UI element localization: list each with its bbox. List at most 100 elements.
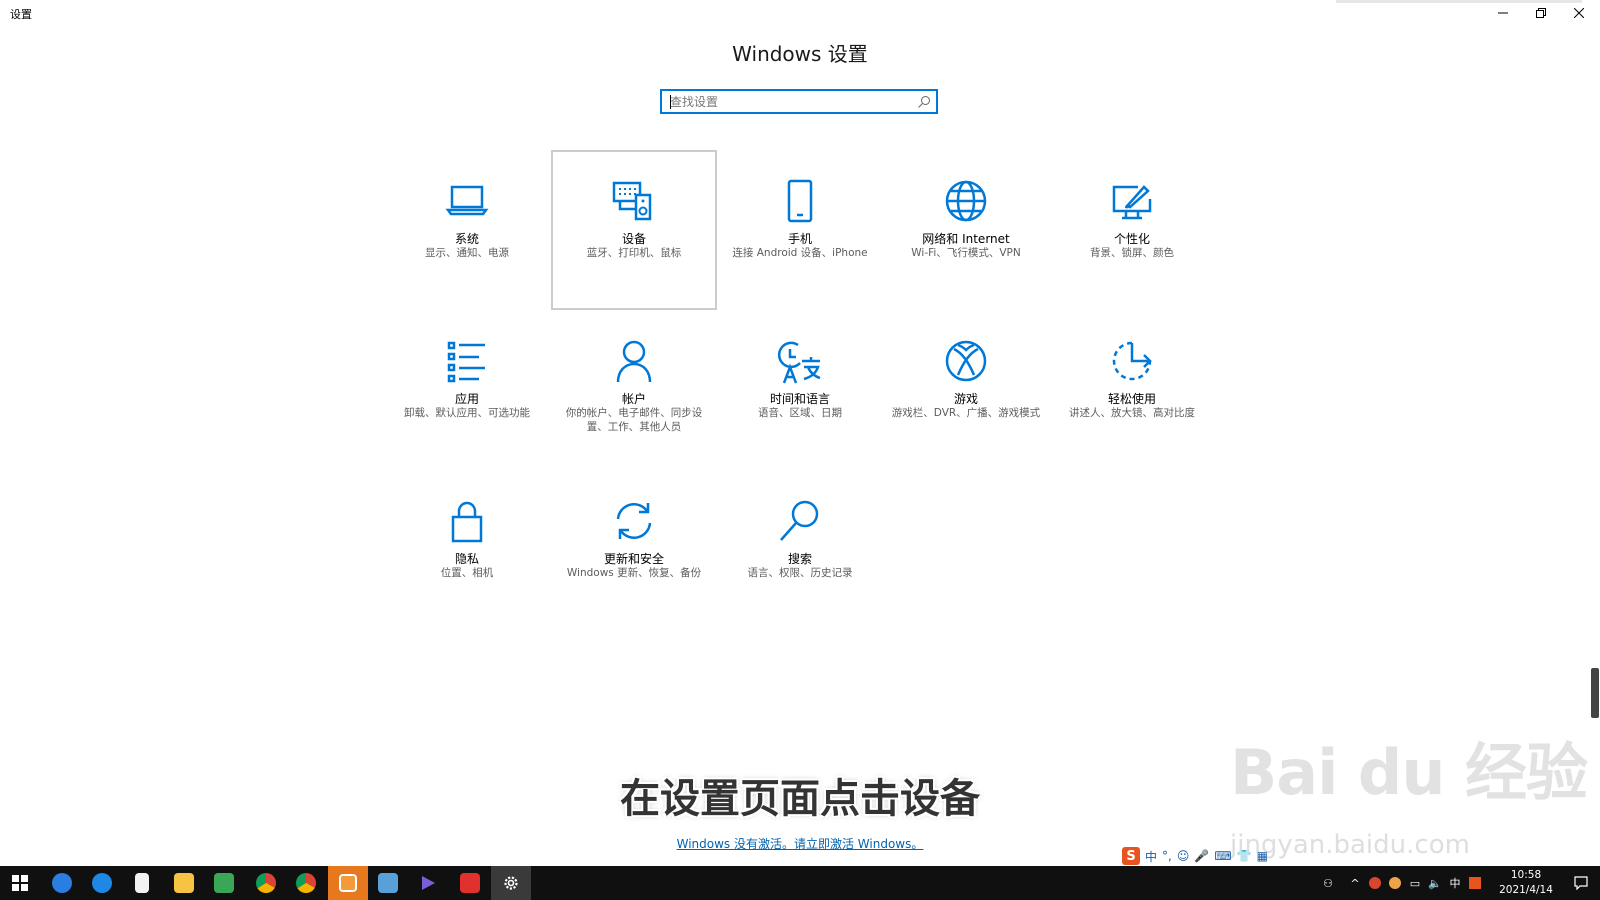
tile-desc: 卸载、默认应用、可选功能: [404, 407, 530, 419]
taskbar-app-video[interactable]: [408, 866, 448, 900]
tile-name: 设备: [621, 232, 646, 246]
window-title: 设置: [10, 8, 32, 21]
tile-desc: 语音、区域、日期: [758, 407, 842, 419]
tile-desc: 背景、锁屏、颜色: [1090, 247, 1174, 259]
tile-privacy[interactable]: 隐私 位置、相机: [384, 470, 550, 630]
taskbar-app-feather[interactable]: [42, 866, 82, 900]
punctuation-icon[interactable]: °,: [1162, 849, 1172, 863]
activate-windows-link[interactable]: Windows 没有激活。请立即激活 Windows。: [0, 835, 1600, 852]
tile-network[interactable]: 网络和 Internet Wi-Fi、飞行模式、VPN: [883, 150, 1049, 310]
close-button[interactable]: [1560, 0, 1598, 26]
text-cursor: [670, 95, 671, 109]
xbox-icon: [945, 340, 987, 382]
apps-list-icon: [447, 341, 485, 383]
taskbar-app-notepad[interactable]: [122, 866, 162, 900]
wps-icon: [460, 873, 480, 893]
tile-devices[interactable]: 设备 蓝牙、打印机、鼠标: [551, 150, 717, 310]
tutorial-caption: 在设置页面点击设备: [620, 776, 980, 822]
shield-icon: [214, 873, 234, 893]
taskbar-app-orange[interactable]: [328, 866, 368, 900]
clock-time: 10:58: [1510, 869, 1542, 881]
tile-accounts[interactable]: 帐户 你的帐户、电子邮件、同步设置、工作、其他人员: [551, 310, 717, 470]
tile-gaming[interactable]: 游戏 游戏栏、DVR、广播、游戏模式: [883, 310, 1049, 470]
tools-icon[interactable]: ▦: [1257, 849, 1268, 863]
skin-icon[interactable]: 👕: [1237, 849, 1252, 863]
taskbar-app-chrome[interactable]: [246, 866, 286, 900]
tile-name: 轻松使用: [1107, 392, 1156, 406]
tile-time-language[interactable]: 时间和语言 语音、区域、日期: [717, 310, 883, 470]
tile-desc: Windows 更新、恢复、备份: [566, 567, 702, 579]
magnifier-icon: [780, 500, 819, 541]
person-icon: [616, 340, 652, 383]
search-box[interactable]: [660, 89, 938, 114]
tile-desc: Wi-Fi、飞行模式、VPN: [911, 247, 1021, 259]
tile-update-security[interactable]: 更新和安全 Windows 更新、恢复、备份: [551, 470, 717, 630]
tile-ease-of-access[interactable]: 轻松使用 讲述人、放大镜、高对比度: [1049, 310, 1215, 470]
play-icon: [422, 876, 435, 890]
document-app-icon: [135, 873, 149, 893]
tile-desc: 显示、通知、电源: [425, 247, 509, 259]
clock[interactable]: 10:58 2021/4/14: [1478, 868, 1574, 898]
folder-icon: [174, 873, 194, 893]
minimize-icon: [1498, 12, 1508, 14]
tile-desc: 你的帐户、电子邮件、同步设置、工作、其他人员: [565, 407, 703, 433]
taskbar-app-sogou-browser[interactable]: [82, 866, 122, 900]
microphone-icon[interactable]: 🎤: [1194, 849, 1209, 863]
tile-name: 个性化: [1113, 232, 1150, 246]
taskbar-app-settings[interactable]: [491, 866, 531, 900]
close-icon: [1574, 8, 1584, 18]
phone-icon: [787, 179, 813, 223]
tile-name: 隐私: [454, 552, 479, 566]
keyboard-icon[interactable]: ⌨: [1214, 849, 1231, 863]
book-icon: [378, 873, 398, 893]
tile-search[interactable]: 搜索 语言、权限、历史记录: [717, 470, 883, 630]
time-language-icon: [777, 341, 821, 384]
taskbar-app-chrome-2[interactable]: [286, 866, 326, 900]
notification-icon: [1574, 876, 1588, 890]
restore-icon: [1536, 8, 1546, 18]
start-button[interactable]: [0, 866, 40, 900]
tile-name: 应用: [454, 392, 479, 406]
emoji-icon[interactable]: ☺: [1177, 849, 1190, 863]
ime-toolbar[interactable]: S 中 °, ☺ 🎤 ⌨ 👕 ▦: [1122, 847, 1268, 865]
tile-desc: 连接 Android 设备、iPhone: [732, 247, 868, 259]
volume-icon[interactable]: 🔈: [1426, 866, 1444, 900]
tile-phone[interactable]: 手机 连接 Android 设备、iPhone: [717, 150, 883, 310]
tile-name: 更新和安全: [603, 552, 664, 566]
tray-app-qq-icon[interactable]: [1386, 866, 1404, 900]
taskbar: ⚇ ^ ▭ 🔈 中 10:58 2021/4/14: [0, 866, 1600, 900]
page-title: Windows 设置: [732, 42, 868, 66]
lock-icon: [451, 501, 483, 543]
sogou-icon[interactable]: S: [1122, 847, 1140, 865]
input-language[interactable]: 中: [1446, 866, 1464, 900]
tile-personalization[interactable]: 个性化 背景、锁屏、颜色: [1049, 150, 1215, 310]
tray-app-red-icon[interactable]: [1366, 866, 1384, 900]
taskbar-app-file-explorer[interactable]: [164, 866, 204, 900]
taskbar-app-wps[interactable]: [450, 866, 490, 900]
taskbar-app-security[interactable]: [204, 866, 244, 900]
restore-button[interactable]: [1522, 0, 1560, 26]
tile-name: 游戏: [953, 392, 978, 406]
app-icon: [339, 874, 357, 892]
keyboard-speaker-icon: [612, 181, 652, 221]
minimize-button[interactable]: [1484, 0, 1522, 26]
ime-language[interactable]: 中: [1145, 848, 1157, 865]
tile-apps[interactable]: 应用 卸载、默认应用、可选功能: [384, 310, 550, 470]
laptop-icon: [445, 185, 489, 216]
chevron-up-icon[interactable]: ^: [1346, 866, 1364, 900]
tile-name: 时间和语言: [769, 392, 830, 406]
search-input[interactable]: [662, 91, 910, 113]
globe-icon: [945, 180, 987, 222]
network-icon[interactable]: ▭: [1406, 866, 1424, 900]
refresh-icon: [616, 503, 652, 539]
tile-desc: 语言、权限、历史记录: [747, 567, 853, 579]
side-handle[interactable]: [1591, 668, 1599, 718]
tile-system[interactable]: 系统 显示、通知、电源: [384, 150, 550, 310]
action-center-icon[interactable]: [1566, 866, 1596, 900]
people-icon[interactable]: ⚇: [1316, 866, 1340, 900]
paint-brush-icon: [1112, 185, 1152, 220]
chrome-icon: [256, 873, 276, 893]
tile-name: 搜索: [787, 552, 812, 566]
tile-name: 网络和 Internet: [922, 232, 1010, 246]
taskbar-app-book[interactable]: [368, 866, 408, 900]
